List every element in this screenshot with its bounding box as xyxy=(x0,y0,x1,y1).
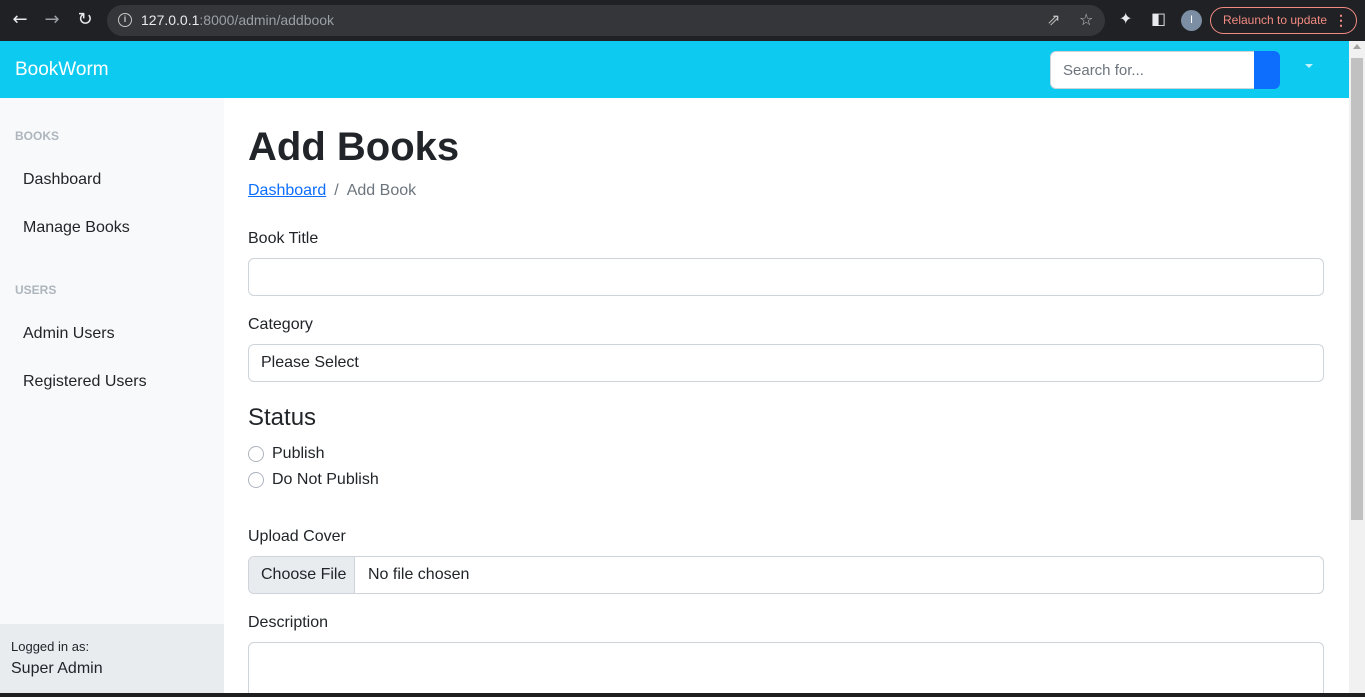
user-dropdown-caret-icon[interactable] xyxy=(1305,64,1313,68)
breadcrumb-separator: / xyxy=(334,182,339,199)
site-info-icon[interactable]: i xyxy=(118,13,132,27)
sidebar-item-dashboard[interactable]: Dashboard xyxy=(23,171,101,189)
description-textarea[interactable] xyxy=(248,642,1324,697)
relaunch-button[interactable]: Relaunch to update ⋮ xyxy=(1210,7,1357,34)
sidebar-item-registered-users[interactable]: Registered Users xyxy=(23,373,147,391)
address-bar[interactable]: i 127.0.0.1:8000/admin/addbook ⇗ ☆ xyxy=(107,5,1105,36)
status-heading: Status xyxy=(248,404,317,431)
page-title: Add Books xyxy=(248,125,460,169)
extensions-icon[interactable]: ✦ xyxy=(1119,9,1132,28)
upload-cover-label: Upload Cover xyxy=(248,528,346,545)
brand-logo[interactable]: BookWorm xyxy=(15,59,109,81)
book-title-input[interactable] xyxy=(248,258,1324,296)
reload-icon[interactable]: ↻ xyxy=(73,8,97,32)
sidebar-footer: Logged in as: Super Admin xyxy=(0,624,224,697)
sidebar-item-manage-books[interactable]: Manage Books xyxy=(23,219,130,237)
forward-icon[interactable]: → xyxy=(40,8,64,32)
profile-avatar[interactable]: I xyxy=(1181,10,1202,31)
menu-dots-icon: ⋮ xyxy=(1334,12,1348,28)
main-content: Add Books Dashboard / Add Book Book Title … xyxy=(224,98,1349,697)
sidebar: Books Dashboard Manage Books Users Admin… xyxy=(0,98,224,697)
bottom-edge xyxy=(0,693,1365,697)
page-scrollbar[interactable] xyxy=(1349,41,1365,697)
relaunch-label: Relaunch to update xyxy=(1223,13,1328,27)
side-panel-icon[interactable]: ◧ xyxy=(1151,9,1166,28)
logged-in-user: Super Admin xyxy=(11,660,103,677)
radio-do-not-publish[interactable] xyxy=(248,472,264,488)
category-selected-value: Please Select xyxy=(261,354,359,371)
book-title-label: Book Title xyxy=(248,230,319,247)
scroll-up-arrow-icon[interactable] xyxy=(1353,44,1361,49)
file-status-text: No file chosen xyxy=(368,566,470,583)
scroll-thumb[interactable] xyxy=(1351,58,1363,520)
breadcrumb: Dashboard / Add Book xyxy=(248,182,416,200)
back-icon[interactable]: ← xyxy=(8,8,32,32)
radio-publish[interactable] xyxy=(248,446,264,462)
upload-cover-input[interactable]: Choose File No file chosen xyxy=(248,556,1324,594)
breadcrumb-link-dashboard[interactable]: Dashboard xyxy=(248,182,326,199)
search-input[interactable] xyxy=(1050,51,1255,89)
top-navbar: BookWorm xyxy=(0,41,1349,98)
description-label: Description xyxy=(248,614,329,631)
choose-file-button[interactable]: Choose File xyxy=(249,557,355,593)
bookmark-star-icon[interactable]: ☆ xyxy=(1079,10,1093,29)
sidebar-heading-users: Users xyxy=(15,283,57,297)
share-icon[interactable]: ⇗ xyxy=(1047,10,1060,29)
sidebar-item-admin-users[interactable]: Admin Users xyxy=(23,325,115,343)
url-text[interactable]: 127.0.0.1:8000/admin/addbook xyxy=(141,12,334,28)
radio-publish-label[interactable]: Publish xyxy=(272,445,324,463)
radio-do-not-publish-label[interactable]: Do Not Publish xyxy=(272,471,379,489)
category-label: Category xyxy=(248,316,313,333)
sidebar-heading-books: Books xyxy=(15,129,60,143)
logged-in-caption: Logged in as: xyxy=(11,639,90,654)
breadcrumb-current: Add Book xyxy=(346,182,417,199)
browser-toolbar: ← → ↻ i 127.0.0.1:8000/admin/addbook ⇗ ☆… xyxy=(0,0,1365,41)
search-button[interactable] xyxy=(1254,51,1280,89)
category-select[interactable]: Please Select xyxy=(248,344,1324,382)
